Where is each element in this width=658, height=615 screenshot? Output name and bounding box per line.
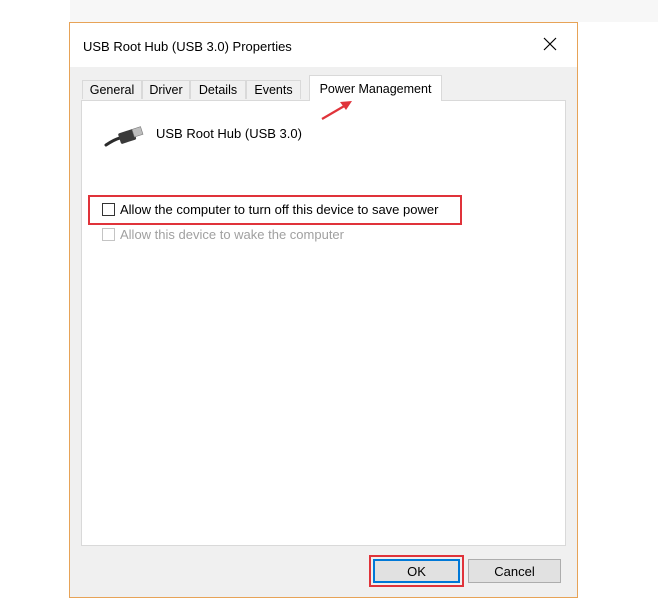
cancel-button[interactable]: Cancel <box>468 559 561 583</box>
wake-label: Allow this device to wake the computer <box>120 227 344 242</box>
tab-details[interactable]: Details <box>190 80 246 99</box>
tab-general[interactable]: General <box>82 80 142 99</box>
wake-option: Allow this device to wake the computer <box>102 227 344 242</box>
power-save-label: Allow the computer to turn off this devi… <box>120 202 439 217</box>
tab-events[interactable]: Events <box>246 80 301 99</box>
device-name: USB Root Hub (USB 3.0) <box>156 126 302 141</box>
annotation-arrow <box>321 101 352 120</box>
wake-checkbox <box>102 228 115 241</box>
title-bar: USB Root Hub (USB 3.0) Properties <box>70 23 577 67</box>
tab-driver[interactable]: Driver <box>142 80 190 99</box>
properties-dialog: USB Root Hub (USB 3.0) Properties Genera… <box>69 22 578 598</box>
ok-button[interactable]: OK <box>373 559 460 583</box>
tab-panel-power-management: USB Root Hub (USB 3.0) Allow the compute… <box>81 100 566 546</box>
usb-cable-icon <box>104 126 144 147</box>
power-save-checkbox[interactable] <box>102 203 115 216</box>
power-save-option[interactable]: Allow the computer to turn off this devi… <box>102 202 438 217</box>
dialog-title: USB Root Hub (USB 3.0) Properties <box>83 39 292 54</box>
close-icon[interactable] <box>538 32 562 56</box>
background-strip <box>70 0 658 22</box>
